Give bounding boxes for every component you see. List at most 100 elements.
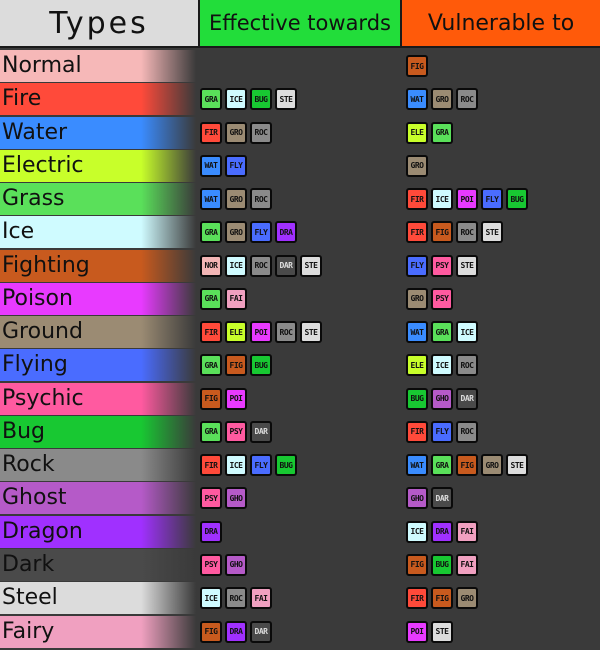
types-header: Types [0,0,200,48]
type-badge: GRO [481,454,503,477]
type-badge: FIR [406,587,428,610]
type-name: Steel [0,582,196,615]
vulnerable-cell: WAT GRA FIG GRO STE [406,449,600,481]
type-badge: DAR [250,420,272,443]
vulnerable-cell: GRO [406,150,600,182]
vulnerable-header: Vulnerable to [402,0,600,48]
type-badge: GHO [406,487,428,510]
type-badge: PSY [431,254,453,277]
effective-cell: FIG DRA DAR [200,616,400,648]
vulnerable-cell: ICE DRA FAI [406,516,600,548]
type-badge: ROC [250,188,272,211]
type-badge: BUG [250,354,272,377]
effective-cell: FIR GRO ROC [200,117,400,149]
type-badge: FLY [250,454,272,477]
effective-cell: GRA FAI [200,283,400,315]
type-badge: BUG [250,88,272,111]
type-badge: PSY [200,553,222,576]
type-name: Rock [0,449,196,482]
type-badge: GHO [225,553,247,576]
type-badge: WAT [406,454,428,477]
type-badge: GRO [406,287,428,310]
type-badge: ROC [456,354,478,377]
type-badge: ROC [456,221,478,244]
effective-cell: GRA PSY DAR [200,416,400,448]
type-badge: FLY [481,188,503,211]
type-badge: ICE [431,188,453,211]
type-badge: DAR [431,487,453,510]
type-badge: NOR [200,254,222,277]
type-row: Bug GRA PSY DAR FIR FLY ROC [0,415,600,448]
type-name: Fairy [0,615,196,648]
type-badge: ROC [250,121,272,144]
vulnerable-cell: FIG [406,50,600,82]
type-badge: GRO [225,221,247,244]
vulnerable-cell: FIR FLY ROC [406,416,600,448]
effective-cell: FIR ELE POI ROC STE [200,316,400,348]
type-badge: ICE [225,254,247,277]
vulnerable-cell: WAT GRO ROC [406,83,600,115]
type-badge: ROC [250,254,272,277]
type-badge: FLY [406,254,428,277]
effective-cell: GRA GRO FLY DRA [200,216,400,248]
type-badge: STE [456,254,478,277]
effective-header: Effective towards [200,0,402,48]
type-badge: WAT [406,321,428,344]
type-badge: POI [406,620,428,643]
type-row: Ground FIR ELE POI ROC STE WAT GRA ICE [0,316,600,349]
vulnerable-cell: GHO DAR [406,482,600,514]
type-rows: Normal FIG Fire GRA ICE BUG STE WAT GRO ROC Water F… [0,50,600,649]
type-badge: DRA [225,620,247,643]
vulnerable-cell: ELE GRA [406,117,600,149]
type-row: Normal FIG [0,50,600,82]
type-badge: GRA [431,121,453,144]
type-badge: BUG [275,454,297,477]
type-badge: FIR [200,454,222,477]
type-badge: FAI [225,287,247,310]
type-badge: FIG [406,55,428,77]
type-badge: ROC [456,420,478,443]
type-badge: WAT [200,188,222,211]
effective-cell: DRA [200,516,400,548]
type-badge: GRA [200,287,222,310]
type-badge: ICE [200,587,222,610]
type-badge: FLY [225,154,247,177]
type-row: Grass WAT GRO ROC FIR ICE POI FLY BUG [0,183,600,216]
type-badge: GRA [200,88,222,111]
type-badge: GRO [225,188,247,211]
effective-cell: WAT FLY [200,150,400,182]
type-badge: GHO [225,487,247,510]
type-badge: GRO [406,154,428,177]
effective-cell: FIG POI [200,383,400,415]
effective-cell: WAT GRO ROC [200,183,400,215]
type-badge: BUG [406,387,428,410]
type-badge: ROC [275,321,297,344]
type-badge: FLY [431,420,453,443]
type-badge: WAT [406,88,428,111]
type-name: Psychic [0,382,196,415]
vulnerable-cell: FIG BUG FAI [406,549,600,581]
vulnerable-cell: FLY PSY STE [406,250,600,282]
effective-cell [200,50,400,82]
type-badge: POI [225,387,247,410]
type-badge: STE [300,254,322,277]
type-badge: GRO [431,88,453,111]
type-badge: ICE [431,354,453,377]
vulnerable-cell: BUG GHO DAR [406,383,600,415]
effective-cell: ICE ROC FAI [200,582,400,614]
type-badge: GRO [225,121,247,144]
type-badge: DAR [250,620,272,643]
type-row: Dark PSY GHO FIG BUG FAI [0,548,600,581]
type-row: Fire GRA ICE BUG STE WAT GRO ROC [0,83,600,116]
type-badge: STE [300,321,322,344]
type-badge: WAT [200,154,222,177]
effective-cell: PSY GHO [200,482,400,514]
type-badge: DAR [456,387,478,410]
effective-cell: PSY GHO [200,549,400,581]
type-row: Rock FIR ICE FLY BUG WAT GRA FIG GRO STE [0,449,600,482]
type-row: Fighting NOR ICE ROC DAR STE FLY PSY STE [0,249,600,282]
type-name: Water [0,116,196,149]
type-badge: ELE [406,354,428,377]
type-row: Poison GRA FAI GRO PSY [0,282,600,315]
effective-cell: FIR ICE FLY BUG [200,449,400,481]
